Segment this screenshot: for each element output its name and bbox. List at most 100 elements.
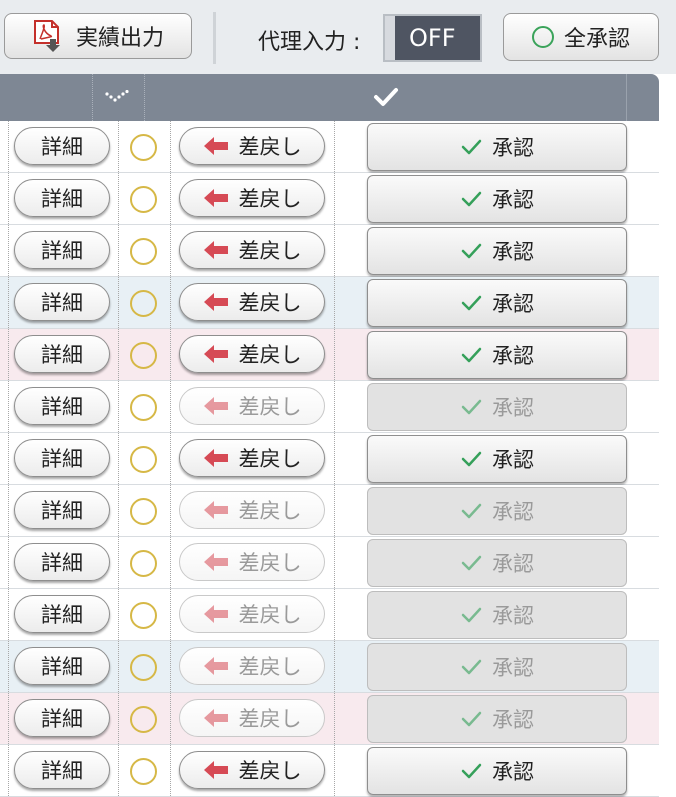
approve-button[interactable]: 承認 [367, 383, 627, 431]
detail-button[interactable]: 詳細 [14, 595, 110, 633]
check-icon [461, 763, 482, 779]
table-row: 詳細 差戻し 承認 [0, 433, 659, 485]
detail-button[interactable]: 詳細 [14, 231, 110, 269]
column-divider [334, 693, 335, 744]
column-divider [8, 225, 9, 276]
column-divider [118, 641, 119, 692]
approve-label: 承認 [492, 240, 534, 264]
return-button[interactable]: 差戻し [179, 699, 325, 737]
return-label: 差戻し [238, 343, 302, 367]
check-icon [461, 555, 482, 571]
detail-button[interactable]: 詳細 [14, 335, 110, 373]
proxy-input-toggle[interactable]: OFF [383, 14, 482, 62]
approve-button[interactable]: 承認 [367, 591, 627, 639]
detail-label: 詳細 [41, 239, 83, 263]
column-divider [170, 745, 171, 796]
column-divider [8, 173, 9, 224]
column-divider [118, 589, 119, 640]
detail-label: 詳細 [41, 759, 83, 783]
pending-status-icon [130, 446, 157, 473]
return-arrow-icon [203, 189, 228, 207]
pending-status-icon [130, 394, 157, 421]
return-arrow-icon [203, 553, 228, 571]
detail-button[interactable]: 詳細 [14, 647, 110, 685]
approve-button[interactable]: 承認 [367, 331, 627, 379]
return-button[interactable]: 差戻し [179, 283, 325, 321]
return-button[interactable]: 差戻し [179, 335, 325, 373]
detail-button[interactable]: 詳細 [14, 439, 110, 477]
return-label: 差戻し [238, 291, 302, 315]
return-button[interactable]: 差戻し [179, 751, 325, 789]
approve-button[interactable]: 承認 [367, 123, 627, 171]
export-results-button[interactable]: 実績出力 [4, 13, 192, 59]
column-divider [8, 381, 9, 432]
detail-button[interactable]: 詳細 [14, 543, 110, 581]
return-label: 差戻し [238, 239, 302, 263]
column-divider [8, 537, 9, 588]
detail-button[interactable]: 詳細 [14, 387, 110, 425]
detail-button[interactable]: 詳細 [14, 751, 110, 789]
table-row: 詳細 差戻し 承認 [0, 537, 659, 589]
return-button[interactable]: 差戻し [179, 127, 325, 165]
detail-button[interactable]: 詳細 [14, 699, 110, 737]
detail-button[interactable]: 詳細 [14, 283, 110, 321]
column-divider [334, 277, 335, 328]
table-row: 詳細 差戻し 承認 [0, 225, 659, 277]
check-icon [461, 607, 482, 623]
detail-label: 詳細 [41, 395, 83, 419]
check-icon [461, 711, 482, 727]
table-row: 詳細 差戻し 承認 [0, 121, 659, 173]
column-divider [118, 745, 119, 796]
table-row: 詳細 差戻し 承認 [0, 329, 659, 381]
table-row: 詳細 差戻し 承認 [0, 485, 659, 537]
toolbar: 実績出力 代理入力 : OFF 全承認 [0, 0, 676, 74]
return-button[interactable]: 差戻し [179, 179, 325, 217]
detail-button[interactable]: 詳細 [14, 127, 110, 165]
pending-status-icon [130, 602, 157, 629]
approve-all-label: 全承認 [563, 27, 630, 52]
circle-icon [531, 26, 554, 48]
return-label: 差戻し [238, 395, 302, 419]
detail-label: 詳細 [41, 291, 83, 315]
table-row: 詳細 差戻し 承認 [0, 381, 659, 433]
approve-label: 承認 [492, 760, 534, 784]
table-row: 詳細 差戻し 承認 [0, 641, 659, 693]
pending-status-icon [130, 498, 157, 525]
column-divider [8, 329, 9, 380]
column-divider [118, 277, 119, 328]
approve-button[interactable]: 承認 [367, 695, 627, 743]
approve-button[interactable]: 承認 [367, 643, 627, 691]
approve-button[interactable]: 承認 [367, 175, 627, 223]
approve-label: 承認 [492, 500, 534, 524]
approve-button[interactable]: 承認 [367, 487, 627, 535]
approval-list: 詳細 差戻し 承認 詳細 差戻し 承認 詳細 差戻し 承認 詳細 差戻し 承認 詳細 差戻し 承認 詳細 差戻し… [0, 121, 659, 797]
approve-button[interactable]: 承認 [367, 227, 627, 275]
detail-button[interactable]: 詳細 [14, 179, 110, 217]
approve-all-button[interactable]: 全承認 [503, 13, 659, 61]
return-label: 差戻し [238, 759, 302, 783]
approve-label: 承認 [492, 604, 534, 628]
column-divider [334, 173, 335, 224]
header-cell-select[interactable] [92, 74, 145, 121]
return-button[interactable]: 差戻し [179, 231, 325, 269]
pending-status-icon [130, 654, 157, 681]
approve-button[interactable]: 承認 [367, 279, 627, 327]
column-divider [8, 277, 9, 328]
check-icon [461, 503, 482, 519]
return-button[interactable]: 差戻し [179, 543, 325, 581]
approve-button[interactable]: 承認 [367, 747, 627, 795]
detail-button[interactable]: 詳細 [14, 491, 110, 529]
return-arrow-icon [203, 709, 228, 727]
return-button[interactable]: 差戻し [179, 595, 325, 633]
return-button[interactable]: 差戻し [179, 439, 325, 477]
column-divider [118, 329, 119, 380]
column-divider [118, 537, 119, 588]
approve-button[interactable]: 承認 [367, 539, 627, 587]
return-button[interactable]: 差戻し [179, 491, 325, 529]
column-divider [118, 693, 119, 744]
header-divider [626, 74, 627, 121]
return-button[interactable]: 差戻し [179, 387, 325, 425]
approve-button[interactable]: 承認 [367, 435, 627, 483]
return-button[interactable]: 差戻し [179, 647, 325, 685]
return-label: 差戻し [238, 499, 302, 523]
